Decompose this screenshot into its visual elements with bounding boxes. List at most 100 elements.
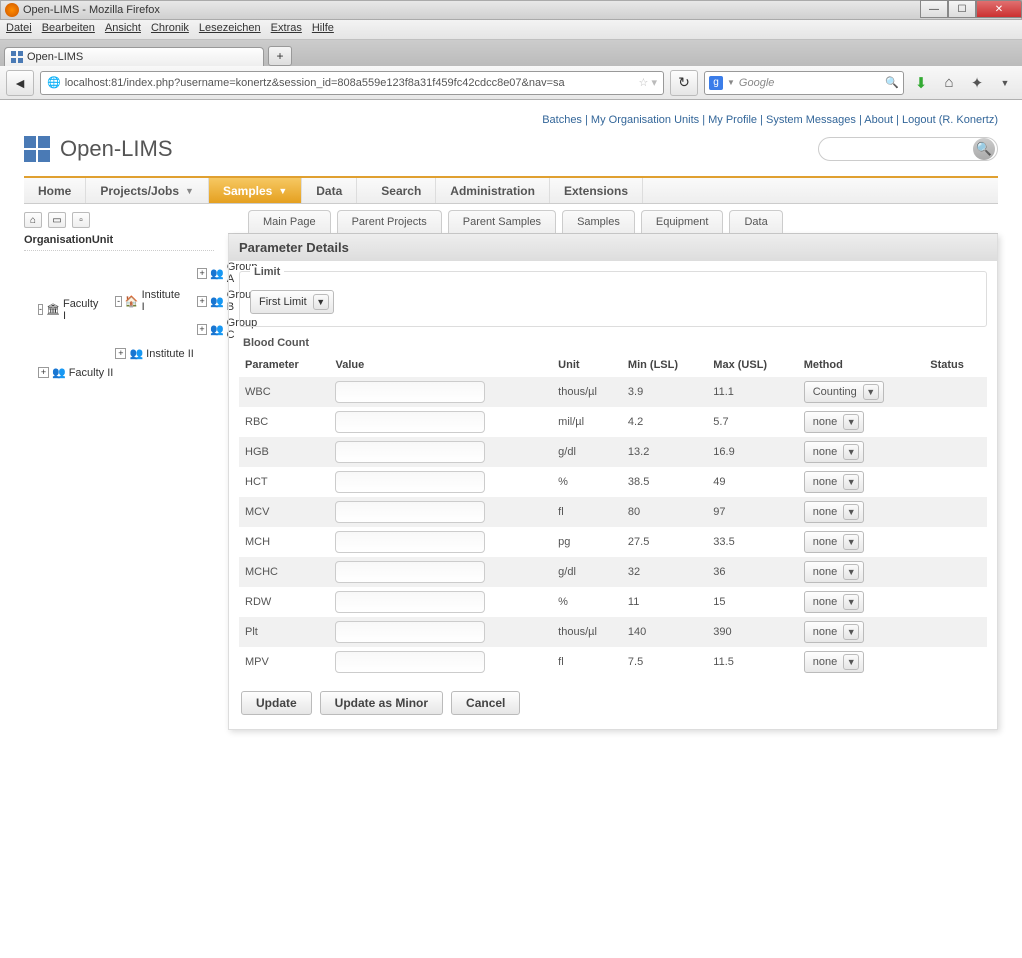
url-bar[interactable]: 🌐 localhost:81/index.php?username=konert… [40,71,664,95]
chevron-down-icon: ▼ [843,594,859,610]
home-icon[interactable]: ⌂ [938,74,960,91]
toplink[interactable]: Batches [542,114,582,126]
minimize-button[interactable]: — [920,0,948,18]
node-icon: 👥 [210,267,224,280]
table-row: RDW % 11 15 none▼ [239,587,987,617]
sidebar-doc-icon[interactable]: ▫ [72,212,90,228]
chevron-down-icon[interactable]: ▼ [185,186,194,196]
app-search-input[interactable]: 🔍 [818,137,998,161]
value-input[interactable] [335,531,485,553]
search-engine-chevron-icon[interactable]: ▼ [727,78,735,87]
min-cell: 13.2 [622,437,707,467]
nav-administration[interactable]: Administration [436,178,550,203]
method-dropdown[interactable]: none▼ [804,471,864,493]
value-input[interactable] [335,441,485,463]
node-icon: 🏛 [46,303,60,316]
window-title: Open-LIMS - Mozilla Firefox [23,4,160,16]
menu-datei[interactable]: Datei [6,22,32,34]
bookmark-star-icon[interactable]: ☆ ▾ [639,76,657,89]
value-input[interactable] [335,651,485,673]
subtab-parent projects[interactable]: Parent Projects [337,210,442,233]
menu-ansicht[interactable]: Ansicht [105,22,141,34]
value-input[interactable] [335,381,485,403]
value-input[interactable] [335,411,485,433]
tree-node[interactable]: +👥 Faculty II [38,364,214,381]
menu-lesezeichen[interactable]: Lesezeichen [199,22,261,34]
method-dropdown[interactable]: none▼ [804,501,864,523]
limit-value: First Limit [259,296,307,308]
menu-chronik[interactable]: Chronik [151,22,189,34]
col-header: Status [924,353,987,377]
tree-expander[interactable]: + [197,296,207,307]
nav-data[interactable]: Data [302,178,357,203]
node-icon: 👥 [210,295,224,308]
subtab-samples[interactable]: Samples [562,210,635,233]
value-input[interactable] [335,471,485,493]
maximize-button[interactable]: ☐ [948,0,976,18]
nav-search[interactable]: Search [367,178,436,203]
tree-expander[interactable]: + [38,367,49,378]
tree-expander[interactable]: + [197,268,207,279]
value-input[interactable] [335,621,485,643]
menu-extras[interactable]: Extras [271,22,302,34]
menu-bearbeiten[interactable]: Bearbeiten [42,22,95,34]
subtab-data[interactable]: Data [729,210,782,233]
sidebar-home-icon[interactable]: ⌂ [24,212,42,228]
search-icon[interactable]: 🔍 [885,76,899,89]
method-dropdown[interactable]: none ▼ [804,591,864,613]
unit-cell: % [552,587,622,617]
value-input[interactable] [335,561,485,583]
update-button[interactable]: Update [241,691,312,715]
toplink[interactable]: My Organisation Units [591,114,699,126]
limit-dropdown[interactable]: First Limit ▼ [250,290,334,314]
cancel-button[interactable]: Cancel [451,691,520,715]
update-minor-button[interactable]: Update as Minor [320,691,443,715]
nav-extensions[interactable]: Extensions [550,178,643,203]
tree-node[interactable]: -🏛 Faculty I-🏠 Institute I+👥 Group A+👥 G… [38,255,214,364]
toplink[interactable]: My Profile [708,114,757,126]
method-dropdown[interactable]: none▼ [804,651,864,673]
unit-cell: fl [552,647,622,677]
max-cell: 97 [707,497,797,527]
close-button[interactable]: ✕ [976,0,1022,18]
value-input[interactable] [335,591,485,613]
browser-tab[interactable]: Open-LIMS [4,47,264,66]
new-tab-button[interactable]: + [268,46,292,66]
refresh-button[interactable]: ↻ [670,70,698,96]
method-value: none [813,596,837,608]
tree-expander[interactable]: + [197,324,207,335]
subtab-parent samples[interactable]: Parent Samples [448,210,556,233]
node-icon: 👥 [210,323,224,336]
download-icon[interactable]: ⬇ [910,74,932,92]
toplink[interactable]: Logout (R. Konertz) [902,114,998,126]
back-button[interactable]: ◄ [6,70,34,96]
subtab-main page[interactable]: Main Page [248,210,331,233]
nav-projectsjobs[interactable]: Projects/Jobs▼ [86,178,209,203]
col-header: Unit [552,353,622,377]
toplink[interactable]: System Messages [766,114,856,126]
tree-expander[interactable]: - [115,296,121,307]
method-dropdown[interactable]: none▼ [804,441,864,463]
chevron-down-icon[interactable]: ▼ [278,186,287,196]
navbar-chevron-icon[interactable]: ▼ [994,78,1016,88]
tree-expander[interactable]: - [38,304,43,315]
window-titlebar: Open-LIMS - Mozilla Firefox — ☐ ✕ [0,0,1022,20]
app-search-icon[interactable]: 🔍 [973,138,995,160]
max-cell: 49 [707,467,797,497]
toplink[interactable]: About [864,114,893,126]
nav-home[interactable]: Home [24,178,86,203]
value-input[interactable] [335,501,485,523]
method-dropdown[interactable]: none▼ [804,411,864,433]
tree-expander[interactable]: + [115,348,126,359]
method-dropdown[interactable]: none▼ [804,561,864,583]
chevron-down-icon: ▼ [843,564,859,580]
browser-search[interactable]: g ▼ Google 🔍 [704,71,904,95]
method-dropdown[interactable]: none▼ [804,621,864,643]
method-dropdown[interactable]: none▼ [804,531,864,553]
nav-samples[interactable]: Samples▼ [209,178,302,203]
method-dropdown[interactable]: Counting▼ [804,381,884,403]
addon-icon[interactable]: ✦ [966,74,988,92]
subtab-equipment[interactable]: Equipment [641,210,724,233]
sidebar-list-icon[interactable]: ▭ [48,212,66,228]
menu-hilfe[interactable]: Hilfe [312,22,334,34]
